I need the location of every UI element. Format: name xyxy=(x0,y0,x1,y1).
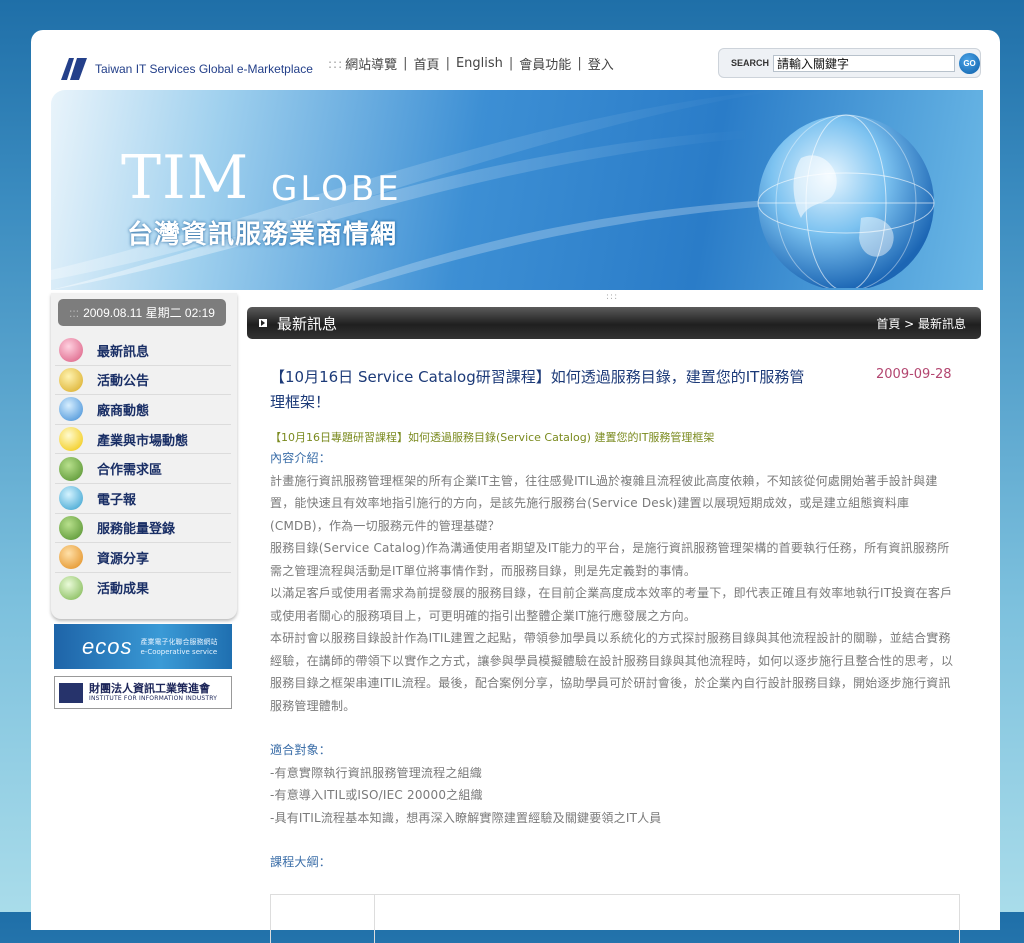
ecos-banner-link[interactable]: ecos 產業電子化聯合服務網站 e-Cooperative service xyxy=(54,624,232,669)
sidebar-item-label: 資源分享 xyxy=(97,551,150,567)
company-icon xyxy=(59,397,83,422)
section-header-bar: 最新訊息 首頁 > 最新訊息 xyxy=(247,307,981,339)
share-icon xyxy=(59,545,83,570)
sidebar-item-newsletter[interactable]: 電子報 xyxy=(55,484,231,514)
iii-logo-icon xyxy=(59,682,83,703)
sidebar-menu: 最新訊息 活動公告 廠商動態 產業與市場動態 合作需求區 電子報 服務能量登錄 … xyxy=(55,336,231,602)
search-box: SEARCH GO xyxy=(718,48,981,78)
newsletter-icon xyxy=(59,486,83,511)
nav-separator: | xyxy=(508,56,514,71)
sidebar-item-label: 合作需求區 xyxy=(97,463,163,479)
paragraph: 本研討會以服務目錄設計作為ITIL建置之起點，帶領參加學員以系統化的方式探討服務… xyxy=(270,631,954,713)
sidebar-item-label: 電子報 xyxy=(97,492,137,508)
nav-login-link[interactable]: 登入 xyxy=(588,54,614,73)
sidebar-item-label: 產業與市場動態 xyxy=(97,433,189,449)
breadcrumb[interactable]: 首頁 > 最新訊息 xyxy=(876,315,966,332)
banner-subtitle: 台灣資訊服務業商情網 xyxy=(127,220,398,250)
sidebar-item-label: 服務能量登錄 xyxy=(97,522,176,538)
ecos-caption-en: e-Cooperative service xyxy=(140,647,218,656)
page: Taiwan IT Services Global e-Marketplace … xyxy=(31,30,1000,943)
outline-table-divider xyxy=(374,895,375,943)
iii-name-en: INSTITUTE FOR INFORMATION INDUSTRY xyxy=(89,695,218,702)
top-navigation: ::: 網站導覽 | 首頁 | English | 會員功能 | 登入 xyxy=(328,54,614,73)
pencil-icon xyxy=(59,338,83,363)
intro-label: 內容介紹： xyxy=(270,451,332,465)
sidebar-item-label: 廠商動態 xyxy=(97,403,150,419)
ecos-caption: 產業電子化聯合服務網站 e-Cooperative service xyxy=(140,637,217,657)
paragraph: 以滿足客戶或使用者需求為前提發展的服務目錄，在目前企業高度成本效率的考量下，即代… xyxy=(270,586,953,623)
ecos-logo-text: ecos xyxy=(82,633,133,659)
sidebar-item-cooperation[interactable]: 合作需求區 xyxy=(55,454,231,484)
lightbulb-icon xyxy=(59,427,83,452)
audience-label: 適合對象： xyxy=(270,743,332,757)
nav-lead: ::: xyxy=(328,56,344,71)
paragraph: 計畫施行資訊服務管理框架的所有企業IT主管，往往感覺ITIL過於複雜且流程彼此高… xyxy=(270,473,938,533)
sidebar-item-results[interactable]: 活動成果 xyxy=(55,573,231,603)
globe-icon xyxy=(757,114,935,288)
board-icon xyxy=(59,456,83,481)
nav-english-link[interactable]: English xyxy=(456,56,503,71)
magnifier-icon xyxy=(59,575,83,600)
sidebar-item-resources[interactable]: 資源分享 xyxy=(55,543,231,573)
section-title: 最新訊息 xyxy=(277,314,338,333)
nav-member-link[interactable]: 會員功能 xyxy=(519,54,571,73)
nav-separator: | xyxy=(403,56,408,71)
nav-separator: | xyxy=(445,56,450,71)
search-label: SEARCH xyxy=(731,58,770,68)
sidebar: ::: 2009.08.11 星期二 02:19 最新訊息 活動公告 廠商動態 … xyxy=(51,293,237,619)
register-icon xyxy=(59,515,83,540)
date-text: 2009.08.11 星期二 02:19 xyxy=(83,306,215,320)
hero-banner: TIM GLOBE 台灣資訊服務業商情網 xyxy=(51,90,983,290)
article: 【10月16日 Service Catalog研習課程】如何透過服務目錄，建置您… xyxy=(270,365,960,874)
iii-text: 財團法人資訊工業策進會 INSTITUTE FOR INFORMATION IN… xyxy=(89,682,217,703)
article-date: 2009-09-28 xyxy=(876,367,952,382)
article-body: 內容介紹： 計畫施行資訊服務管理框架的所有企業IT主管，往往感覺ITIL過於複雜… xyxy=(270,447,960,874)
sidebar-item-label: 活動成果 xyxy=(97,582,150,598)
article-subhead: 【10月16日專題研習課程】如何透過服務目錄(Service Catalog) … xyxy=(270,431,715,444)
logo-text: Taiwan IT Services Global e-Marketplace xyxy=(95,62,313,76)
ecos-caption-cn: 產業電子化聯合服務網站 xyxy=(140,637,218,646)
audience-item: -有意實際執行資訊服務管理流程之組織 xyxy=(270,765,482,780)
sidebar-item-events[interactable]: 活動公告 xyxy=(55,366,231,396)
iii-name-cn: 財團法人資訊工業策進會 xyxy=(89,682,210,695)
nav-home-link[interactable]: 首頁 xyxy=(414,54,440,73)
banner-title-globe: GLOBE xyxy=(271,169,402,209)
logo-icon xyxy=(61,58,87,80)
site-logo[interactable]: Taiwan IT Services Global e-Marketplace xyxy=(61,58,313,80)
date-display: ::: 2009.08.11 星期二 02:19 xyxy=(58,299,226,326)
audience-item: -有意導入ITIL或ISO/IEC 20000之組織 xyxy=(270,788,483,802)
sidebar-item-news[interactable]: 最新訊息 xyxy=(55,336,231,366)
sidebar-item-company-news[interactable]: 廠商動態 xyxy=(55,395,231,425)
sidebar-item-label: 活動公告 xyxy=(97,374,150,390)
iii-banner-link[interactable]: 財團法人資訊工業策進會 INSTITUTE FOR INFORMATION IN… xyxy=(54,676,232,709)
sidebar-item-service-register[interactable]: 服務能量登錄 xyxy=(55,514,231,544)
section-bullet-icon xyxy=(259,319,267,327)
nav-sitemap-link[interactable]: 網站導覽 xyxy=(345,54,397,73)
paragraph: 服務目錄(Service Catalog)作為溝通使用者期望及IT能力的平台，是… xyxy=(270,541,950,578)
announcement-icon xyxy=(59,367,83,392)
sidebar-item-industry[interactable]: 產業與市場動態 xyxy=(55,425,231,455)
outline-label: 課程大綱： xyxy=(270,855,332,869)
audience-item: -具有ITIL流程基本知識，想再深入瞭解實際建置經驗及關鍵要領之IT人員 xyxy=(270,810,662,825)
banner-title-tim: TIM xyxy=(121,143,250,213)
resize-grip: ::: xyxy=(606,292,619,302)
search-go-button[interactable]: GO xyxy=(959,52,980,74)
outline-table xyxy=(270,894,960,943)
date-dots: ::: xyxy=(69,305,80,320)
sidebar-item-label: 最新訊息 xyxy=(97,344,150,360)
search-input[interactable] xyxy=(773,54,956,72)
article-headline: 【10月16日 Service Catalog研習課程】如何透過服務目錄，建置您… xyxy=(270,368,805,411)
nav-separator: | xyxy=(577,56,582,71)
